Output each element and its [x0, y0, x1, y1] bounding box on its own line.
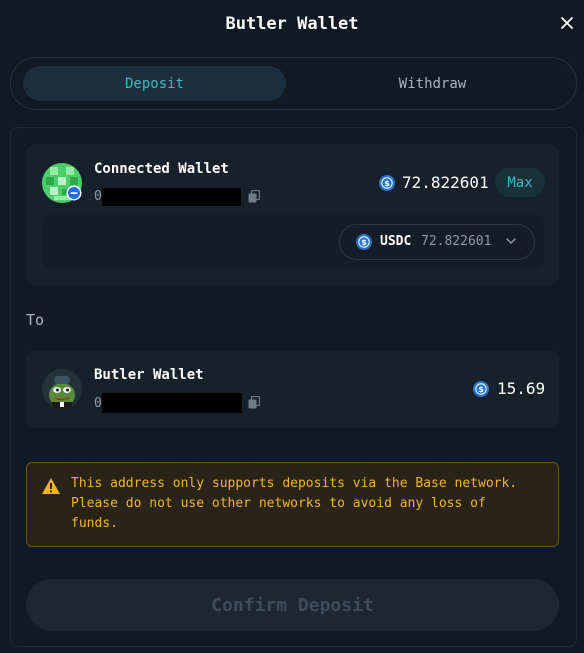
confirm-deposit-button[interactable]: Confirm Deposit [26, 579, 559, 631]
redacted-address [102, 393, 242, 413]
modal-title: Butler Wallet [225, 14, 359, 34]
token-symbol: USDC [380, 234, 412, 249]
copy-icon[interactable] [248, 396, 260, 409]
usdc-icon: $ [473, 381, 489, 397]
destination-balance: 15.69 [497, 379, 546, 398]
max-button[interactable]: Max [495, 168, 545, 197]
svg-text:$: $ [384, 179, 390, 188]
to-label: To [26, 311, 45, 329]
usdc-icon: $ [356, 234, 372, 250]
usdc-icon: $ [379, 175, 395, 191]
token-balance: 72.822601 [421, 234, 492, 249]
butler-wallet-name: Butler Wallet [94, 367, 204, 383]
svg-text:$: $ [361, 238, 367, 247]
connected-wallet-name: Connected Wallet [94, 161, 229, 177]
butler-wallet-avatar [42, 369, 82, 409]
tab-withdraw[interactable]: Withdraw [301, 66, 564, 101]
redacted-address [102, 188, 241, 206]
connected-wallet-address: 0 [94, 189, 102, 204]
tab-deposit[interactable]: Deposit [23, 66, 286, 101]
deposit-modal: Butler Wallet Deposit Withdraw Connected… [0, 0, 584, 653]
butler-wallet-address: 0 [94, 396, 102, 411]
source-balance: 72.822601 [402, 173, 489, 192]
close-icon[interactable] [560, 16, 574, 30]
wallet-connect-badge-icon [66, 185, 82, 201]
warning-text: This address only supports deposits via … [71, 476, 518, 531]
copy-icon[interactable] [248, 190, 260, 203]
chevron-down-icon [506, 238, 516, 244]
warning-icon [42, 478, 60, 494]
tab-bar: Deposit Withdraw [10, 57, 577, 110]
svg-text:$: $ [478, 385, 484, 394]
